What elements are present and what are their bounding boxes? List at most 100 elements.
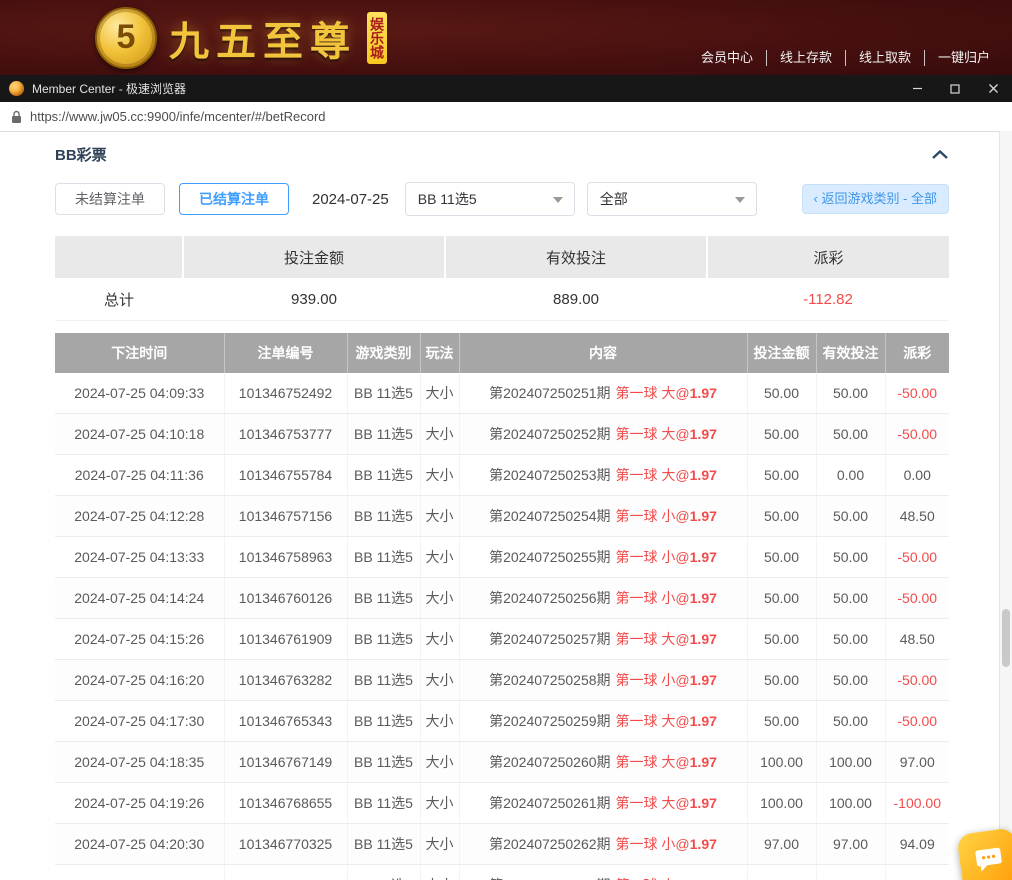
scrollbar-thumb[interactable] xyxy=(1002,609,1010,667)
cell-content: 第202407250251期第一球 大@1.97 xyxy=(459,373,747,414)
address-bar[interactable]: https://www.jw05.cc:9900/infe/mcenter/#/… xyxy=(0,102,1012,132)
vertical-scrollbar xyxy=(999,131,1012,880)
cell-payout: -50.00 xyxy=(885,701,949,742)
cell-valid-bet: 50.00 xyxy=(816,537,885,578)
unsettled-bets-button[interactable]: 未结算注单 xyxy=(55,183,165,215)
cell-valid-bet: 50.00 xyxy=(816,496,885,537)
minimize-icon xyxy=(912,83,923,94)
cell-bet-amount: 50.00 xyxy=(747,373,816,414)
cell-order-id: 101346763282 xyxy=(224,660,347,701)
summary-bet-amount: 939.00 xyxy=(183,278,445,321)
cell-payout: 97.00 xyxy=(885,742,949,783)
cell-play-type: 大小 xyxy=(420,619,459,660)
date-picker[interactable]: 2024-07-25 xyxy=(312,191,389,208)
cell-order-id: 101346757156 xyxy=(224,496,347,537)
content-period: 第202407250253期 xyxy=(489,467,610,483)
cell-valid-bet: 50.00 xyxy=(816,619,885,660)
cell-bet-amount: 97.00 xyxy=(747,865,816,880)
header-game-type: 游戏类别 xyxy=(347,333,420,373)
cell-valid-bet: 50.00 xyxy=(816,701,885,742)
table-row: 2024-07-25 04:11:36 101346755784 BB 11选5… xyxy=(55,455,949,496)
cell-game-type: BB 11选5 xyxy=(347,414,420,455)
summary-header-bet-amount: 投注金额 xyxy=(183,236,445,278)
cell-valid-bet: 50.00 xyxy=(816,414,885,455)
content-period: 第202407250262期 xyxy=(489,836,610,852)
cell-payout: -50.00 xyxy=(885,578,949,619)
url-text[interactable]: https://www.jw05.cc:9900/infe/mcenter/#/… xyxy=(30,109,326,124)
table-row: 2024-07-25 04:20:30 101346770325 BB 11选5… xyxy=(55,824,949,865)
table-row: 2024-07-25 04:12:28 101346757156 BB 11选5… xyxy=(55,496,949,537)
scope-select-value: 全部 xyxy=(600,189,628,209)
cell-content: 第202407250257期第一球 大@1.97 xyxy=(459,619,747,660)
content-pick: 第一球 小@ xyxy=(616,549,690,565)
nav-online-deposit[interactable]: 线上存款 xyxy=(766,50,845,66)
cell-bet-time: 2024-07-25 04:14:24 xyxy=(55,578,224,619)
section-header: BB彩票 xyxy=(55,142,949,166)
cell-order-id: 101346770325 xyxy=(224,824,347,865)
cell-payout: 0.00 xyxy=(885,455,949,496)
cell-order-id: 101346755784 xyxy=(224,455,347,496)
cell-play-type: 大小 xyxy=(420,578,459,619)
coin-logo-icon: 5 xyxy=(95,7,157,69)
cell-bet-amount: 50.00 xyxy=(747,578,816,619)
site-logo-badge: 娱乐城 xyxy=(367,12,387,64)
content-period: 第202407250259期 xyxy=(489,713,610,729)
customer-service-button[interactable] xyxy=(956,827,1012,880)
cell-order-id: 101346767149 xyxy=(224,742,347,783)
cell-game-type: BB 11选5 xyxy=(347,373,420,414)
game-select[interactable]: BB 11选5 xyxy=(405,182,575,216)
content-period: 第202407250258期 xyxy=(489,672,610,688)
cell-order-id: 101346768655 xyxy=(224,783,347,824)
filter-toolbar: 未结算注单 已结算注单 2024-07-25 BB 11选5 全部 ‹ 返回游戏… xyxy=(55,182,949,216)
cell-payout: -100.00 xyxy=(885,783,949,824)
cell-content: 第202407250259期第一球 大@1.97 xyxy=(459,701,747,742)
cell-order-id: 101346758963 xyxy=(224,537,347,578)
cell-game-type: BB 11选5 xyxy=(347,496,420,537)
table-row: 2024-07-25 04:14:24 101346760126 BB 11选5… xyxy=(55,578,949,619)
nav-one-key-transfer[interactable]: 一键归户 xyxy=(924,50,990,66)
content-odds: 1.97 xyxy=(690,549,717,565)
cell-valid-bet: 0.00 xyxy=(816,455,885,496)
cell-order-id: 101346753777 xyxy=(224,414,347,455)
cell-content: 第202407250252期第一球 大@1.97 xyxy=(459,414,747,455)
scope-select[interactable]: 全部 xyxy=(587,182,757,216)
chevron-up-icon xyxy=(931,149,949,160)
cell-bet-time: 2024-07-25 04:16:20 xyxy=(55,660,224,701)
nav-member-center[interactable]: 会员中心 xyxy=(688,50,766,66)
cell-content: 第202407250258期第一球 小@1.97 xyxy=(459,660,747,701)
header-content: 内容 xyxy=(459,333,747,373)
cell-order-id: 101346760126 xyxy=(224,578,347,619)
maximize-icon xyxy=(950,84,960,94)
content-pick: 第一球 小@ xyxy=(616,672,690,688)
content-pick: 第一球 大@ xyxy=(616,385,690,401)
cell-bet-amount: 97.00 xyxy=(747,824,816,865)
cell-bet-amount: 50.00 xyxy=(747,701,816,742)
records-table: 下注时间 注单编号 游戏类别 玩法 内容 投注金额 有效投注 派彩 2024-0… xyxy=(55,333,949,880)
header-bet-amount: 投注金额 xyxy=(747,333,816,373)
cell-bet-amount: 100.00 xyxy=(747,742,816,783)
settled-bets-button[interactable]: 已结算注单 xyxy=(179,183,289,215)
cell-payout: 94.09 xyxy=(885,824,949,865)
summary-header-row: 投注金额 有效投注 派彩 xyxy=(55,236,949,278)
cell-payout: 48.50 xyxy=(885,496,949,537)
cell-bet-amount: 50.00 xyxy=(747,537,816,578)
cell-content: 第202407250253期第一球 大@1.97 xyxy=(459,455,747,496)
cell-content: 第202407250261期第一球 大@1.97 xyxy=(459,783,747,824)
nav-online-withdraw[interactable]: 线上取款 xyxy=(845,50,924,66)
back-to-game-category-button[interactable]: ‹ 返回游戏类别 - 全部 xyxy=(802,184,950,214)
cell-game-type: BB 11选5 xyxy=(347,701,420,742)
summary-total-label: 总计 xyxy=(55,278,183,321)
content-odds: 1.97 xyxy=(690,467,717,483)
content-period: 第202407250251期 xyxy=(489,385,610,401)
banner-nav: 会员中心 线上存款 线上取款 一键归户 xyxy=(688,50,990,66)
maximize-button[interactable] xyxy=(936,75,974,102)
cell-game-type: BB 11选5 xyxy=(347,824,420,865)
cell-content: 第202407250254期第一球 小@1.97 xyxy=(459,496,747,537)
close-button[interactable] xyxy=(974,75,1012,102)
content-pick: 第一球 大@ xyxy=(616,467,690,483)
cell-play-type: 大小 xyxy=(420,783,459,824)
cell-bet-time: 2024-07-25 04:19:26 xyxy=(55,783,224,824)
minimize-button[interactable] xyxy=(898,75,936,102)
collapse-button[interactable] xyxy=(931,149,949,160)
close-icon xyxy=(988,83,999,94)
